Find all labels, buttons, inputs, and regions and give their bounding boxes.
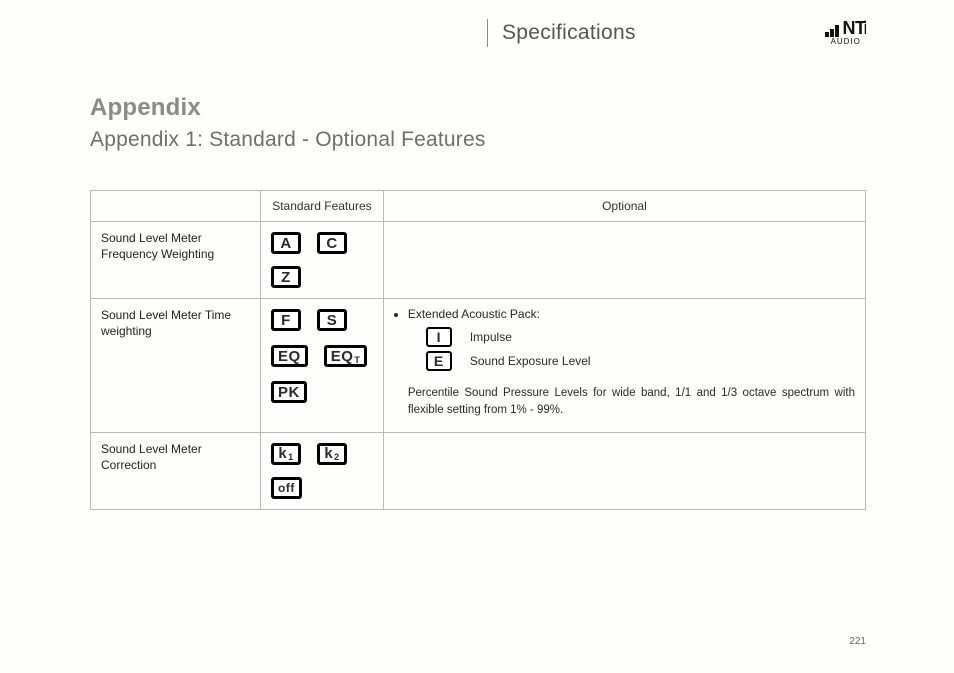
logo-text: NTi [842, 20, 866, 37]
page-number: 221 [849, 636, 866, 647]
table-header-optional: Optional [383, 191, 865, 222]
row-standard-cell: F S EQ EQT PK [261, 299, 384, 433]
time-eq-icon: EQ [271, 345, 308, 367]
logo-bar-icon [825, 32, 829, 37]
row-label: Sound Level Meter Time weighting [91, 299, 261, 433]
impulse-i-icon: I [426, 327, 452, 347]
corr-k1-icon: k1 [271, 443, 301, 465]
row-optional-cell [383, 432, 865, 509]
row-standard-cell: A C Z [261, 222, 384, 299]
optional-item-label: Sound Exposure Level [470, 354, 591, 368]
header-divider [0, 19, 488, 47]
features-table: Standard Features Optional Sound Level M… [90, 190, 866, 510]
table-header-empty [91, 191, 261, 222]
exposure-e-icon: E [426, 351, 452, 371]
page-header: Specifications NTi AUDIO [0, 0, 954, 48]
weighting-z-icon: Z [271, 266, 301, 288]
row-standard-cell: k1 k2 off [261, 432, 384, 509]
time-s-icon: S [317, 309, 347, 331]
page-subheading: Appendix 1: Standard - Optional Features [90, 128, 866, 152]
optional-item-label: Impulse [470, 330, 512, 344]
optional-pack-title: Extended Acoustic Pack: [408, 307, 855, 321]
page-heading: Appendix [90, 94, 866, 122]
row-optional-cell: Extended Acoustic Pack: I Impulse E Soun… [383, 299, 865, 433]
time-f-icon: F [271, 309, 301, 331]
weighting-a-icon: A [271, 232, 301, 254]
row-optional-cell [383, 222, 865, 299]
time-eqt-icon: EQT [324, 345, 368, 367]
table-row: Sound Level Meter Time weighting F S EQ … [91, 299, 866, 433]
table-header-standard: Standard Features [261, 191, 384, 222]
optional-paragraph: Percentile Sound Pressure Levels for wid… [408, 385, 855, 420]
corr-k2-icon: k2 [317, 443, 347, 465]
corr-off-icon: off [271, 477, 302, 499]
row-label: Sound Level Meter Frequency Weighting [91, 222, 261, 299]
weighting-c-icon: C [317, 232, 347, 254]
table-row: Sound Level Meter Correction k1 k2 off [91, 432, 866, 509]
page-content: Appendix Appendix 1: Standard - Optional… [0, 48, 954, 510]
row-label: Sound Level Meter Correction [91, 432, 261, 509]
logo-bar-icon [830, 29, 834, 37]
brand-logo: NTi AUDIO [825, 20, 866, 46]
time-pk-icon: PK [271, 381, 307, 403]
logo-subtext: AUDIO [831, 38, 861, 46]
logo-bar-icon [835, 25, 839, 37]
table-row: Sound Level Meter Frequency Weighting A … [91, 222, 866, 299]
header-title: Specifications [502, 21, 825, 45]
